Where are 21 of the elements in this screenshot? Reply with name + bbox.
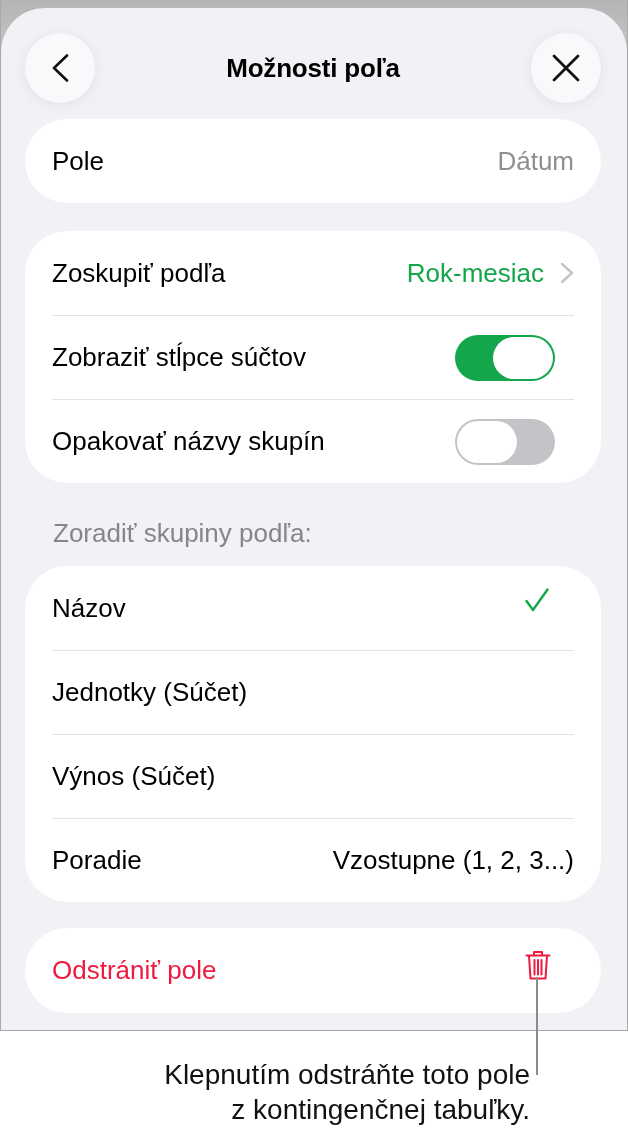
toggle-switch[interactable]: [455, 418, 555, 465]
toggle-switch[interactable]: [455, 334, 555, 381]
order-label: Poradie: [52, 845, 142, 876]
chevron-left-icon: [51, 54, 69, 82]
setting-label: Opakovať názvy skupín: [52, 426, 325, 457]
callout-text: Klepnutím odstráňte toto pole z kontingenčnej tabuľky.: [164, 1058, 530, 1127]
trash-icon: [525, 949, 551, 980]
setting-label: Zobraziť stĺpce súčtov: [52, 342, 306, 373]
field-value: Dátum: [497, 145, 574, 177]
setting-label: Zoskupiť podľa: [52, 257, 226, 289]
sheet-title: Možnosti poľa: [226, 52, 400, 84]
sort-option[interactable]: Názov: [52, 566, 574, 650]
order-value[interactable]: Vzostupne (1, 2, 3...): [332, 845, 574, 876]
field-label: Pole: [52, 145, 105, 177]
close-icon: [552, 54, 580, 82]
section-heading: Zoradiť skupiny podľa:: [52, 517, 313, 550]
chevron-right-icon: [560, 262, 574, 284]
delete-field-button[interactable]: Odstrániť pole: [25, 928, 601, 1013]
checkmark-icon: [525, 588, 549, 612]
sort-option[interactable]: Jednotky (Súčet): [52, 650, 574, 734]
sort-option[interactable]: Výnos (Súčet): [52, 734, 574, 818]
